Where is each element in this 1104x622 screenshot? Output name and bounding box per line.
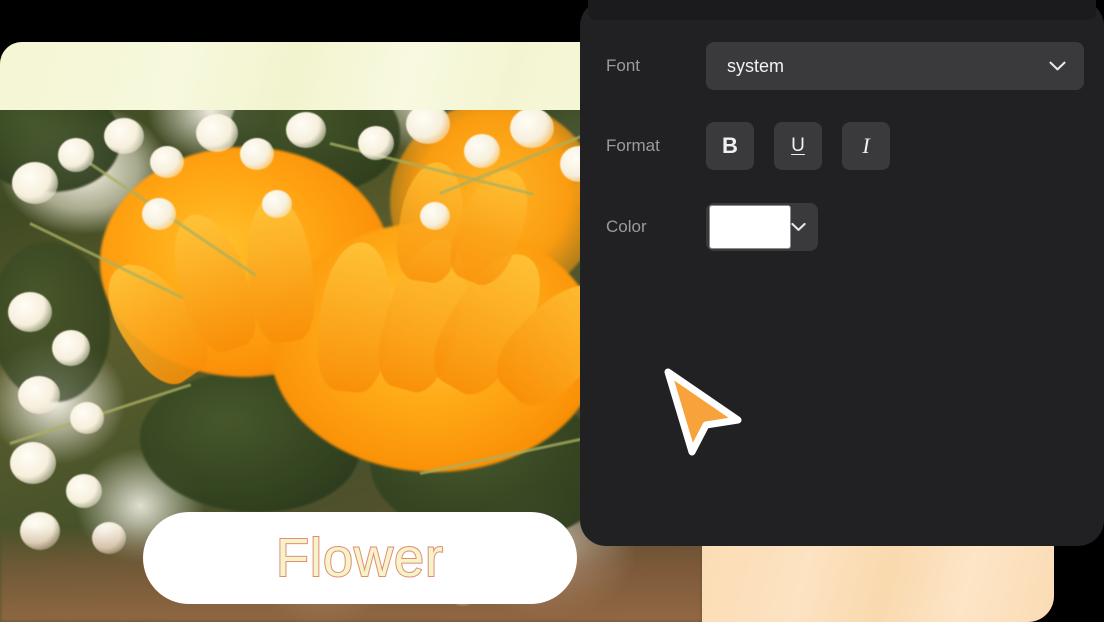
bold-button[interactable]: B (706, 122, 754, 170)
underline-button[interactable]: U (774, 122, 822, 170)
chevron-down-icon (1049, 61, 1066, 71)
panel-top-strip (588, 0, 1096, 20)
format-label: Format (606, 136, 660, 155)
gypsophila (406, 104, 450, 144)
color-picker[interactable] (706, 203, 818, 251)
gypsophila (286, 112, 326, 148)
gypsophila (52, 330, 90, 366)
bottom-color-band (702, 543, 1054, 622)
font-label: Font (606, 56, 641, 75)
gypsophila (142, 198, 176, 230)
gypsophila (196, 114, 238, 152)
gypsophila (358, 126, 394, 160)
gypsophila (510, 108, 554, 148)
gypsophila (12, 162, 58, 204)
chevron-down-icon (791, 222, 806, 232)
gypsophila (150, 146, 184, 178)
gypsophila (104, 118, 144, 154)
gypsophila (262, 190, 292, 218)
gypsophila (18, 376, 60, 414)
gypsophila (420, 202, 450, 230)
italic-button[interactable]: I (842, 122, 890, 170)
font-row: Font system (606, 42, 1084, 90)
gypsophila (70, 402, 104, 434)
gypsophila (464, 134, 500, 168)
format-row: Format B U I (606, 122, 1084, 170)
text-overlay-pill[interactable]: Flower (143, 512, 577, 604)
font-select[interactable]: system (706, 42, 1084, 90)
gypsophila (240, 138, 274, 170)
text-settings-panel: Font system Format B U I Color Styles TT… (580, 0, 1104, 546)
overlay-text: Flower (275, 527, 445, 589)
font-selected-value: system (727, 55, 785, 76)
gypsophila (10, 442, 56, 484)
gypsophila (66, 474, 102, 508)
gypsophila (58, 138, 94, 172)
color-swatch[interactable] (709, 205, 791, 249)
gypsophila (8, 292, 52, 332)
color-label: Color (606, 217, 647, 236)
color-row: Color (606, 203, 1084, 251)
